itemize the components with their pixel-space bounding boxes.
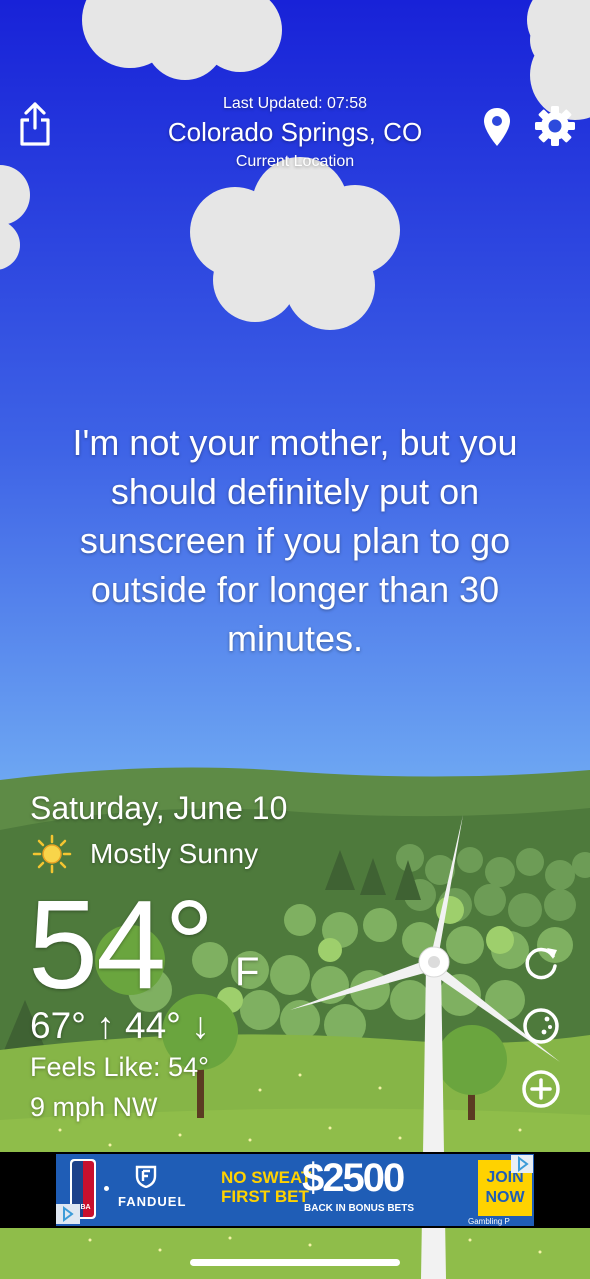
ad-subtext: BACK IN BONUS BETS <box>304 1203 415 1214</box>
gear-icon <box>535 106 575 146</box>
feels-like: Feels Like: 54° <box>30 1052 209 1082</box>
wind-speed: 9 mph NW <box>30 1092 158 1122</box>
weather-message: I'm not your mother, but you should defi… <box>72 422 518 659</box>
condition-label: Mostly Sunny <box>90 838 259 869</box>
ad-brand: FANDUEL <box>118 1194 187 1209</box>
ad-banner[interactable]: NBA FANDUEL NO SWEAT FIRST BET $2500 BAC… <box>0 1152 590 1228</box>
add-location-button[interactable] <box>520 1068 562 1110</box>
cookie-icon <box>523 1008 559 1044</box>
refresh-icon <box>525 947 557 980</box>
ad-headline-1: NO SWEAT <box>221 1168 312 1187</box>
home-indicator <box>190 1259 400 1266</box>
ad-amount: $2500 <box>302 1156 405 1200</box>
location-subtitle: Current Location <box>235 153 355 170</box>
refresh-button[interactable] <box>520 942 562 984</box>
settings-button[interactable] <box>533 104 577 148</box>
sun-icon <box>32 834 72 874</box>
map-pin-icon <box>484 108 510 146</box>
ad-creative[interactable]: NBA FANDUEL NO SWEAT FIRST BET $2500 BAC… <box>56 1154 534 1226</box>
plus-circle-icon <box>522 1070 560 1108</box>
high-low-temperature: 67° ↑ 44° ↓ <box>30 1005 210 1046</box>
radar-button[interactable] <box>520 1005 562 1047</box>
current-temperature: 54° <box>28 874 215 1015</box>
ad-headline-2: FIRST BET <box>221 1187 309 1206</box>
temperature-unit: F <box>235 950 260 994</box>
ad-footnote: Gambling P <box>468 1217 510 1226</box>
adchoices-icon[interactable] <box>511 1155 533 1173</box>
forecast-date: Saturday, June 10 <box>30 790 288 826</box>
location-button[interactable] <box>482 106 512 148</box>
adchoices-small-icon[interactable] <box>56 1204 80 1224</box>
fanduel-logo <box>134 1164 158 1189</box>
